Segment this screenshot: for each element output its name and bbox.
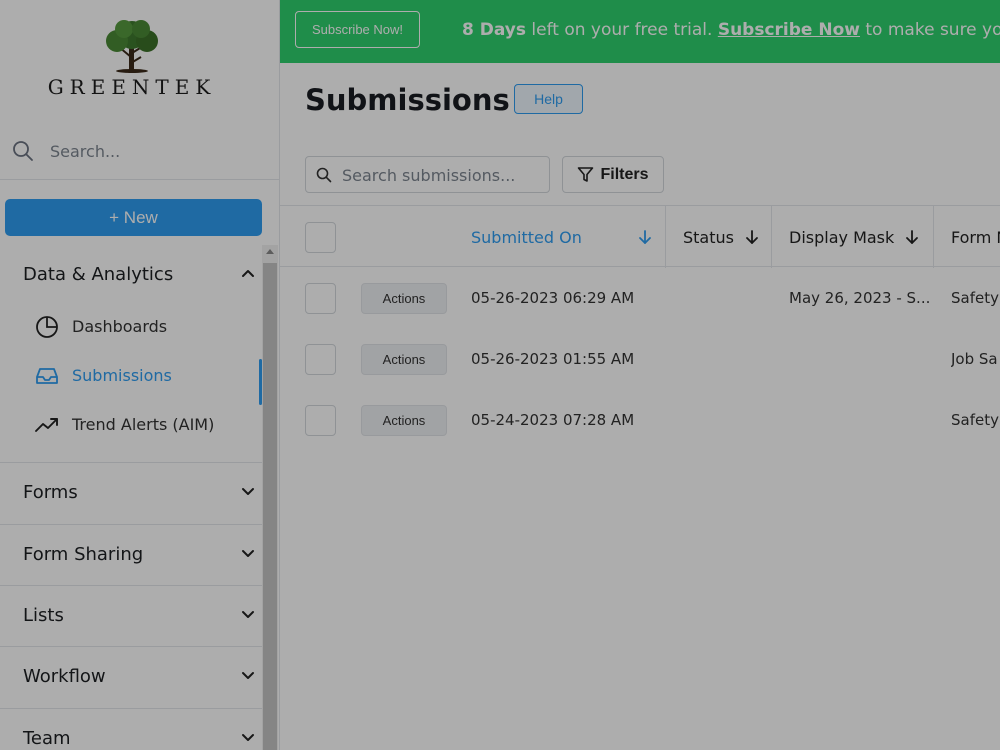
section-form-sharing[interactable]: Form Sharing xyxy=(0,525,262,583)
column-label: Display Mask xyxy=(789,227,895,247)
cell-form-name: Safety xyxy=(951,289,999,307)
table-header: Submitted On Status Display Mask Form xyxy=(280,205,1000,268)
search-icon xyxy=(13,141,33,161)
chevron-down-icon xyxy=(242,488,254,495)
section-label: Data & Analytics xyxy=(23,263,174,285)
section-workflow[interactable]: Workflow xyxy=(0,647,262,705)
table-row[interactable]: Actions 05-26-2023 06:29 AM May 26, 2023… xyxy=(280,267,1000,328)
section-label: Forms xyxy=(23,481,78,503)
search-icon xyxy=(316,167,332,183)
actions-button[interactable]: Actions xyxy=(361,344,447,375)
filter-icon xyxy=(578,167,594,182)
sidebar-item-label: Dashboards xyxy=(72,317,168,336)
tree-icon xyxy=(106,20,158,73)
section-label: Form Sharing xyxy=(23,543,144,565)
section-label: Lists xyxy=(23,604,64,626)
sidebar-nav: Data & Analytics Dashboards Submissions xyxy=(0,245,262,750)
cell-display-mask: May 26, 2023 - S... xyxy=(789,289,929,307)
cell-submitted-on: 05-24-2023 07:28 AM xyxy=(471,411,635,429)
sidebar-item-submissions[interactable]: Submissions xyxy=(0,355,262,405)
table-row[interactable]: Actions 05-26-2023 01:55 AM Job Sa xyxy=(280,328,1000,389)
trial-message-end: to make sure you c xyxy=(865,20,1000,40)
subscribe-now-link[interactable]: Subscribe Now xyxy=(718,20,860,40)
pie-chart-icon xyxy=(36,316,58,338)
column-label: Form N xyxy=(951,227,1000,247)
trial-message: 8 Days left on your free trial. Subscrib… xyxy=(462,20,1000,40)
trial-banner: Subscribe Now! 8 Days left on your free … xyxy=(280,0,1000,63)
chevron-down-icon xyxy=(242,550,254,557)
table-row[interactable]: Actions 05-24-2023 07:28 AM Safety xyxy=(280,389,1000,450)
scrollbar-thumb[interactable] xyxy=(263,263,277,750)
sidebar-item-label: Trend Alerts (AIM) xyxy=(72,415,215,434)
section-label: Workflow xyxy=(23,665,106,687)
arrow-down-icon xyxy=(906,230,919,244)
section-forms[interactable]: Forms xyxy=(0,463,262,521)
section-lists[interactable]: Lists xyxy=(0,586,262,644)
submissions-table: Submitted On Status Display Mask Form Ac… xyxy=(280,205,1000,445)
actions-button[interactable]: Actions xyxy=(361,405,447,436)
logo-text: GREENTEK xyxy=(47,75,217,99)
trending-up-icon xyxy=(35,418,58,432)
sidebar-item-dashboards[interactable]: Dashboards xyxy=(0,306,262,348)
actions-button[interactable]: Actions xyxy=(361,283,447,314)
row-checkbox[interactable] xyxy=(305,283,336,314)
section-data-analytics[interactable]: Data & Analytics xyxy=(0,245,262,303)
new-button[interactable]: + New xyxy=(5,199,262,236)
sidebar-item-label: Submissions xyxy=(72,366,172,385)
select-all-checkbox[interactable] xyxy=(305,222,336,253)
scroll-up-arrow-icon[interactable] xyxy=(266,249,274,254)
column-status[interactable]: Status xyxy=(683,206,773,268)
sidebar-scrollbar[interactable] xyxy=(262,245,278,750)
inbox-icon xyxy=(36,368,58,384)
cell-submitted-on: 05-26-2023 06:29 AM xyxy=(471,289,635,307)
chevron-down-icon xyxy=(242,672,254,679)
arrow-down-icon xyxy=(746,230,758,244)
column-label: Submitted On xyxy=(471,227,582,247)
cell-form-name: Job Sa xyxy=(951,350,998,368)
submissions-search xyxy=(305,156,550,193)
row-checkbox[interactable] xyxy=(305,344,336,375)
submissions-search-input[interactable] xyxy=(342,163,542,187)
chevron-down-icon xyxy=(242,734,254,741)
subscribe-now-button[interactable]: Subscribe Now! xyxy=(295,11,420,48)
column-form-name[interactable]: Form N xyxy=(951,206,1000,268)
column-submitted-on[interactable]: Submitted On xyxy=(471,206,661,268)
section-label: Team xyxy=(23,727,71,749)
column-divider xyxy=(771,206,772,268)
section-team[interactable]: Team xyxy=(0,709,262,750)
greentek-logo[interactable]: GREENTEK xyxy=(38,10,226,106)
chevron-down-icon xyxy=(242,611,254,618)
arrow-down-icon xyxy=(639,230,651,244)
filters-button[interactable]: Filters xyxy=(562,156,664,193)
sidebar-item-trend-alerts[interactable]: Trend Alerts (AIM) xyxy=(0,404,262,446)
sidebar-search-input[interactable] xyxy=(50,138,250,164)
column-label: Status xyxy=(683,227,734,247)
trial-days: 8 Days xyxy=(462,20,527,40)
sidebar: GREENTEK + New Data & Analytics Dashboar… xyxy=(0,0,280,750)
cell-form-name: Safety xyxy=(951,411,999,429)
chevron-up-icon xyxy=(242,270,254,277)
trial-message-mid: left on your free trial. xyxy=(526,20,718,40)
column-divider xyxy=(665,206,666,268)
sidebar-search xyxy=(0,128,280,180)
filters-label: Filters xyxy=(600,165,649,183)
column-divider xyxy=(933,206,934,268)
row-checkbox[interactable] xyxy=(305,405,336,436)
page-title: Submissions xyxy=(305,83,510,117)
help-button[interactable]: Help xyxy=(514,84,583,114)
cell-submitted-on: 05-26-2023 01:55 AM xyxy=(471,350,635,368)
column-display-mask[interactable]: Display Mask xyxy=(789,206,939,268)
